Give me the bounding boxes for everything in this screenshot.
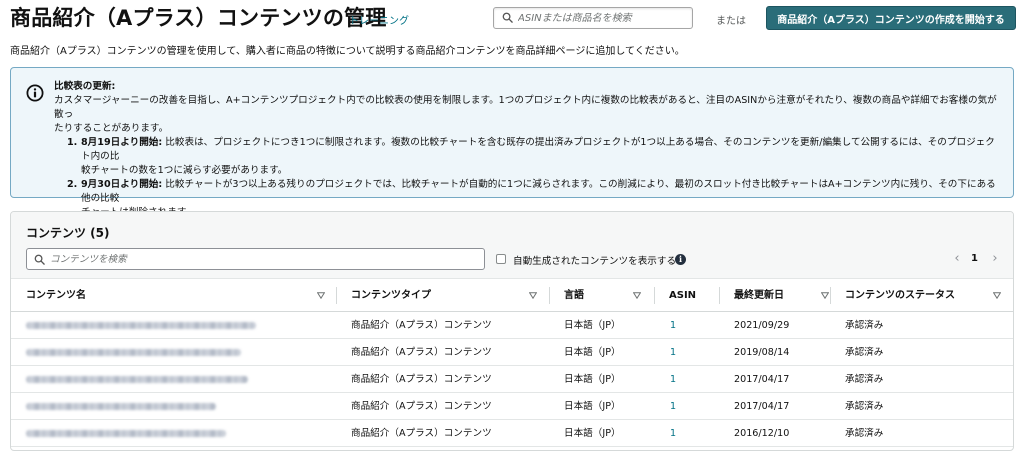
last-updated-cell: 2017/04/17 bbox=[734, 374, 790, 385]
column-header-label: ASIN bbox=[669, 290, 697, 301]
column-header-language[interactable]: 言語 bbox=[564, 279, 644, 312]
status-cell: 承認済み bbox=[845, 374, 884, 385]
training-link[interactable]: トレーニング bbox=[349, 12, 409, 27]
page-header: 商品紹介（Aプラス）コンテンツの管理 トレーニング または 商品紹介（Aプラス）… bbox=[10, 4, 1016, 34]
search-icon bbox=[34, 254, 45, 265]
page-description: 商品紹介（Aプラス）コンテンツの管理を使用して、購入者に商品の特徴について説明す… bbox=[10, 46, 685, 57]
language-cell: 日本語（JP） bbox=[564, 428, 621, 439]
list-item-text: 比較チャートが3つ以上ある残りのプロジェクトでは、比較チャートが自動的に1つに減… bbox=[81, 179, 996, 204]
status-cell: 承認済み bbox=[845, 428, 884, 439]
language-cell: 日本語（JP） bbox=[564, 320, 621, 331]
column-divider bbox=[719, 287, 720, 304]
or-text: または bbox=[716, 16, 746, 27]
content-type-cell: 商品紹介（Aプラス）コンテンツ bbox=[351, 347, 492, 358]
list-item-heading: 8月19日より開始: bbox=[81, 137, 163, 148]
previous-page-button[interactable]: ‹ bbox=[950, 250, 964, 268]
content-search-box[interactable] bbox=[26, 248, 485, 270]
redacted-content-name[interactable] bbox=[26, 349, 241, 356]
table-row[interactable]: 商品紹介（Aプラス）コンテンツ 日本語（JP） 1 2017/04/17 承認済… bbox=[11, 366, 1013, 393]
last-updated-cell: 2017/04/17 bbox=[734, 401, 790, 412]
table-row[interactable]: 商品紹介（Aプラス）コンテンツ 日本語（JP） 1 2016/12/10 承認済… bbox=[11, 420, 1013, 447]
content-type-cell: 商品紹介（Aプラス）コンテンツ bbox=[351, 374, 492, 385]
alert-body: 比較表の更新: カスタマージャーニーの改善を目指し、A+コンテンツプロジェクト内… bbox=[54, 80, 1004, 220]
last-updated-cell: 2019/08/14 bbox=[734, 347, 790, 358]
alert-list: 1. 8月19日より開始: 比較表は、プロジェクトにつき1つに制限されます。複数… bbox=[67, 136, 1004, 220]
alert-title: 比較表の更新: bbox=[54, 81, 116, 92]
asin-count-link[interactable]: 1 bbox=[670, 420, 676, 447]
redacted-content-name[interactable] bbox=[26, 322, 256, 329]
content-type-cell: 商品紹介（Aプラス）コンテンツ bbox=[351, 401, 492, 412]
filter-triangle-icon[interactable] bbox=[993, 292, 1001, 299]
asin-count-link[interactable]: 1 bbox=[670, 393, 676, 420]
filter-triangle-icon[interactable] bbox=[529, 292, 537, 299]
table-header: コンテンツ名 コンテンツタイプ 言語 ASIN 最終更新日 コンテンツのステータ… bbox=[11, 279, 1013, 312]
language-cell: 日本語（JP） bbox=[564, 374, 621, 385]
page-title: 商品紹介（Aプラス）コンテンツの管理 bbox=[10, 6, 387, 30]
content-search-input[interactable] bbox=[50, 250, 480, 268]
content-panel-header: コンテンツ (5) 自動生成されたコンテンツを表示する i ‹ 1 › bbox=[11, 212, 1013, 279]
column-divider bbox=[830, 287, 831, 304]
content-type-cell: 商品紹介（Aプラス）コンテンツ bbox=[351, 320, 492, 331]
redacted-content-name[interactable] bbox=[26, 430, 226, 437]
list-item-heading: 9月30日より開始: bbox=[81, 179, 163, 190]
comparison-table-update-alert: 比較表の更新: カスタマージャーニーの改善を目指し、A+コンテンツプロジェクト内… bbox=[10, 67, 1014, 218]
last-updated-cell: 2021/09/29 bbox=[734, 320, 790, 331]
column-header-label: コンテンツのステータス bbox=[845, 290, 955, 301]
column-header-asin[interactable]: ASIN bbox=[669, 279, 719, 312]
asin-search-input[interactable] bbox=[518, 9, 688, 27]
column-divider bbox=[654, 287, 655, 304]
search-icon bbox=[502, 12, 513, 23]
asin-count-link[interactable]: 1 bbox=[670, 339, 676, 366]
start-creating-button[interactable]: 商品紹介（Aプラス）コンテンツの作成を開始する bbox=[766, 6, 1016, 30]
asin-count-link[interactable]: 1 bbox=[670, 312, 676, 339]
language-cell: 日本語（JP） bbox=[564, 347, 621, 358]
last-updated-cell: 2016/12/10 bbox=[734, 428, 790, 439]
column-header-status[interactable]: コンテンツのステータス bbox=[845, 279, 1005, 312]
redacted-content-name[interactable] bbox=[26, 403, 216, 410]
content-type-cell: 商品紹介（Aプラス）コンテンツ bbox=[351, 428, 492, 439]
list-item-text: 比較表は、プロジェクトにつき1つに制限されます。複数の比較チャートを含む既存の提… bbox=[81, 137, 995, 162]
column-header-label: 言語 bbox=[564, 290, 584, 301]
table-row[interactable]: 商品紹介（Aプラス）コンテンツ 日本語（JP） 1 2021/09/29 承認済… bbox=[11, 312, 1013, 339]
alert-text-line: たりすることがあります。 bbox=[54, 123, 169, 134]
current-page-number: 1 bbox=[971, 253, 978, 264]
column-header-last-updated[interactable]: 最終更新日 bbox=[734, 279, 834, 312]
column-divider bbox=[549, 287, 550, 304]
column-header-label: 最終更新日 bbox=[734, 290, 784, 301]
alert-list-item: 1. 8月19日より開始: 比較表は、プロジェクトにつき1つに制限されます。複数… bbox=[67, 136, 1004, 178]
status-cell: 承認済み bbox=[845, 320, 884, 331]
table-row[interactable]: 商品紹介（Aプラス）コンテンツ 日本語（JP） 1 2017/04/17 承認済… bbox=[11, 393, 1013, 420]
status-cell: 承認済み bbox=[845, 347, 884, 358]
list-item-text: 較チャートの数を1つに減らす必要があります。 bbox=[81, 165, 288, 176]
show-auto-generated-checkbox[interactable] bbox=[496, 254, 506, 264]
redacted-content-name[interactable] bbox=[26, 376, 248, 383]
show-auto-generated-label[interactable]: 自動生成されたコンテンツを表示する bbox=[513, 253, 676, 267]
asin-search-box[interactable] bbox=[493, 7, 693, 29]
info-circle-icon bbox=[26, 84, 44, 102]
list-number: 2. bbox=[67, 179, 78, 190]
status-cell: 承認済み bbox=[845, 401, 884, 412]
column-header-label: コンテンツ名 bbox=[26, 290, 86, 301]
column-divider bbox=[336, 287, 337, 304]
info-icon[interactable]: i bbox=[675, 254, 686, 265]
table-row[interactable]: 商品紹介（Aプラス）コンテンツ 日本語（JP） 1 2019/08/14 承認済… bbox=[11, 339, 1013, 366]
filter-triangle-icon[interactable] bbox=[317, 292, 325, 299]
asin-count-link[interactable]: 1 bbox=[670, 366, 676, 393]
alert-text-line: カスタマージャーニーの改善を目指し、A+コンテンツプロジェクト内での比較表の使用… bbox=[54, 95, 997, 120]
column-header-content-type[interactable]: コンテンツタイプ bbox=[351, 279, 541, 312]
content-panel: コンテンツ (5) 自動生成されたコンテンツを表示する i ‹ 1 › コンテン… bbox=[10, 211, 1014, 451]
filter-triangle-icon[interactable] bbox=[633, 292, 641, 299]
column-header-label: コンテンツタイプ bbox=[351, 290, 431, 301]
column-header-content-name[interactable]: コンテンツ名 bbox=[26, 279, 331, 312]
filter-triangle-icon[interactable] bbox=[821, 292, 829, 299]
next-page-button[interactable]: › bbox=[988, 250, 1002, 268]
language-cell: 日本語（JP） bbox=[564, 401, 621, 412]
list-number: 1. bbox=[67, 137, 78, 148]
content-count-title: コンテンツ (5) bbox=[26, 226, 110, 240]
